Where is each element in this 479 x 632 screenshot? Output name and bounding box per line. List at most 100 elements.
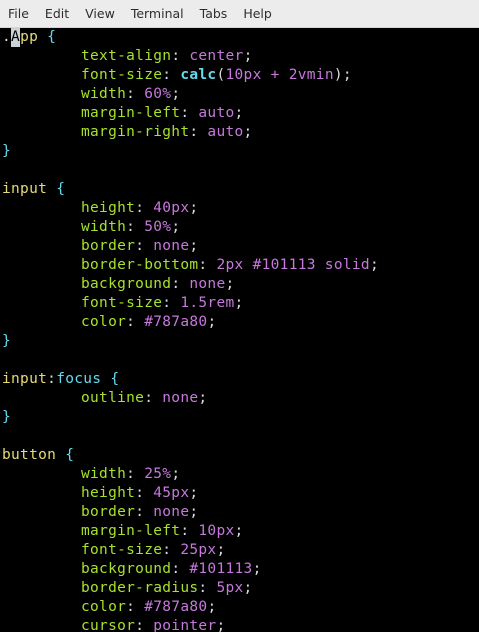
code-token-property: color [81,314,127,330]
code-token-punct: ; [234,295,244,311]
code-token-property: font-size [81,295,163,311]
code-token-value: 10px + 2vmin [225,67,334,83]
code-line: background: none; [2,275,379,294]
code-token-brace: calc [180,67,217,83]
code-token-punct: : [180,105,199,121]
code-line: } [2,142,379,161]
code-token-brace: { [56,181,66,197]
code-token-value: 25% [144,466,172,482]
menu-tabs[interactable]: Tabs [192,0,236,28]
code-line: border-radius: 5px; [2,579,379,598]
code-token-value: 5px [216,580,244,596]
code-token-punct: : [171,48,190,64]
code-line: } [2,332,379,351]
code-line: cursor: pointer; [2,617,379,632]
code-token-punct: : [180,523,199,539]
code-token-punct [47,181,56,197]
code-token-punct: : [171,561,190,577]
code-token-punct: ; [171,219,181,235]
code-token-punct: ; [189,238,199,254]
code-token-property: outline [81,390,145,406]
code-token-value: 25px [180,542,217,558]
code-line: color: #787a80; [2,313,379,332]
code-token-punct: ; [234,105,244,121]
menu-edit[interactable]: Edit [37,0,77,28]
code-token-property: background [81,276,172,292]
code-token-punct: ( [216,67,226,83]
code-token-punct: ; [189,504,199,520]
code-token-punct: ); [333,67,352,83]
code-token-value: auto [198,105,235,121]
code-token-value: none [153,238,190,254]
code-token-brace: focus [56,371,102,387]
code-token-punct: : [126,86,145,102]
code-line: font-size: calc(10px + 2vmin); [2,66,379,85]
code-line: width: 50%; [2,218,379,237]
code-line: width: 60%; [2,85,379,104]
code-token-punct: : [135,238,154,254]
code-token-punct: : [198,580,217,596]
code-token-punct: : [135,485,154,501]
code-line: color: #787a80; [2,598,379,617]
code-token-property: width [81,219,127,235]
code-token-brace: { [110,371,120,387]
code-token-property: color [81,599,127,615]
code-token-property: font-size [81,542,163,558]
code-token-brace: } [2,409,12,425]
code-token-punct: : [126,314,145,330]
code-token-punct [38,29,47,45]
code-token-value: #787a80 [144,599,208,615]
code-token-value: 60% [144,86,172,102]
code-token-punct: ; [243,580,253,596]
code-line: input { [2,180,379,199]
menu-help[interactable]: Help [235,0,280,28]
menu-file[interactable]: File [0,0,37,28]
code-token-value: 50% [144,219,172,235]
code-line: font-size: 25px; [2,541,379,560]
code-token-punct: : [47,371,57,387]
code-token-punct: : [189,124,208,140]
code-token-punct: ; [171,466,181,482]
code-view[interactable]: .App {text-align: center; font-size: calc… [2,28,379,632]
code-token-punct: : [162,542,181,558]
code-token-selector: pp [20,29,39,45]
code-token-punct: . [2,29,12,45]
code-line: button { [2,446,379,465]
code-token-brace: { [47,29,57,45]
code-token-punct: ; [234,523,244,539]
code-line: border-bottom: 2px #101113 solid; [2,256,379,275]
code-token-punct: : [162,295,181,311]
menu-terminal[interactable]: Terminal [123,0,192,28]
code-token-value: pointer [153,618,217,632]
menu-view[interactable]: View [77,0,123,28]
code-token-value: auto [207,124,244,140]
code-token-punct: : [126,466,145,482]
code-token-value: 40px [153,200,190,216]
terminal-area[interactable]: .App {text-align: center; font-size: calc… [0,28,479,632]
code-token-property: margin-left [81,105,181,121]
code-token-punct: ; [189,200,199,216]
code-token-punct: : [135,618,154,632]
code-token-punct: ; [252,561,262,577]
code-line: .App { [2,28,379,47]
code-line: } [2,408,379,427]
code-token-punct: : [198,257,217,273]
code-token-property: text-align [81,48,172,64]
code-token-value: none [162,390,199,406]
code-token-punct: : [144,390,163,406]
code-token-property: border-bottom [81,257,199,273]
code-line: margin-right: auto; [2,123,379,142]
code-token-property: margin-left [81,523,181,539]
code-token-punct: ; [189,485,199,501]
code-token-value: 2px #101113 solid [216,257,370,273]
code-token-brace: } [2,333,12,349]
code-token-punct: : [135,200,154,216]
code-token-punct: ; [216,542,226,558]
code-token-punct: ; [207,314,217,330]
code-token-punct: ; [198,390,208,406]
code-token-property: border [81,504,136,520]
code-token-punct: ; [171,86,181,102]
code-token-property: font-size [81,67,163,83]
